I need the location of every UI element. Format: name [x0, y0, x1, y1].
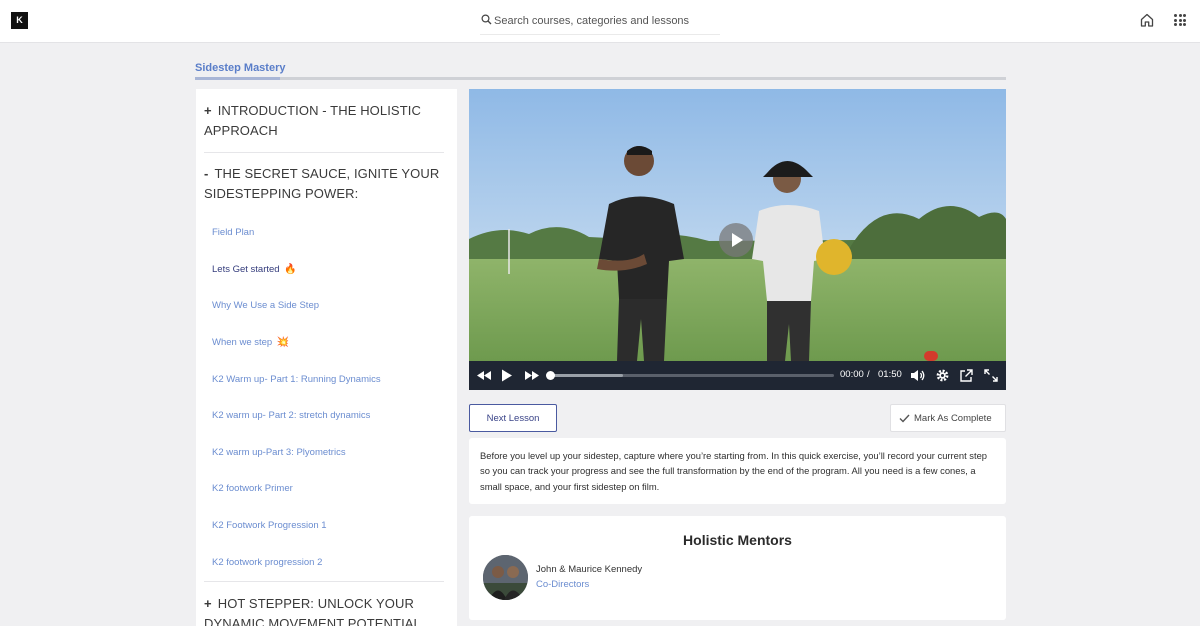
- rewind-icon[interactable]: [476, 368, 492, 383]
- fire-emoji-icon: 🔥: [284, 264, 297, 275]
- play-overlay-button[interactable]: [719, 223, 753, 257]
- section-title: INTRODUCTION - THE HOLISTIC APPROACH: [204, 103, 421, 138]
- section-introduction[interactable]: + INTRODUCTION - THE HOLISTIC APPROACH: [204, 101, 440, 141]
- mark-complete-label: Mark As Complete: [914, 413, 992, 424]
- mark-complete-button[interactable]: Mark As Complete: [890, 404, 1006, 432]
- apps-grid-icon[interactable]: [1174, 14, 1186, 26]
- section-secret-sauce[interactable]: - THE SECRET SAUCE, IGNITE YOUR SIDESTEPP…: [204, 164, 440, 204]
- search-input[interactable]: [494, 12, 714, 30]
- duration: 01:50: [878, 369, 902, 380]
- course-outline-sidebar: + INTRODUCTION - THE HOLISTIC APPROACH -T…: [196, 89, 457, 626]
- seek-handle[interactable]: [546, 371, 555, 380]
- fullscreen-icon[interactable]: [984, 368, 998, 383]
- section-divider: [204, 152, 444, 153]
- expand-icon: +: [204, 103, 212, 118]
- top-bar: K: [0, 0, 1200, 43]
- seek-buffered: [549, 374, 624, 377]
- play-icon: [732, 233, 743, 247]
- section-title: HOT STEPPER: UNLOCK YOUR DYNAMIC MOVEMEN…: [204, 596, 421, 626]
- title-divider: [195, 77, 1006, 80]
- home-icon[interactable]: [1139, 12, 1155, 28]
- mentors-title: Holistic Mentors: [683, 532, 792, 548]
- seek-bar[interactable]: [546, 371, 834, 380]
- course-title[interactable]: Sidestep Mastery: [195, 62, 285, 74]
- video-controls: 00:00 / 01:50: [469, 361, 1006, 390]
- mentors-card: Holistic Mentors John & Maurice Kennedy …: [469, 516, 1006, 620]
- brand-logo[interactable]: K: [11, 12, 28, 29]
- time-separator: /: [867, 369, 870, 380]
- mentor-role[interactable]: Co-Directors: [536, 579, 589, 590]
- check-icon: [899, 414, 910, 423]
- lesson-item[interactable]: K2 footwork progression 2: [212, 557, 322, 568]
- avatar: [483, 555, 528, 600]
- collision-emoji-icon: 💥: [276, 337, 290, 348]
- popout-icon[interactable]: [959, 368, 973, 383]
- search-icon: [481, 14, 492, 25]
- current-time: 00:00: [840, 369, 864, 380]
- lesson-item[interactable]: When we step 💥: [212, 337, 289, 348]
- search-bar[interactable]: [480, 8, 720, 35]
- lesson-item[interactable]: K2 Warm up- Part 1: Running Dynamics: [212, 374, 381, 385]
- lesson-item-active[interactable]: Lets Get started 🔥: [212, 264, 297, 275]
- gear-icon[interactable]: [935, 368, 950, 383]
- lesson-item[interactable]: K2 warm up-Part 3: Plyometrics: [212, 447, 346, 458]
- section-divider: [204, 581, 444, 582]
- lesson-item[interactable]: Why We Use a Side Step: [212, 300, 319, 311]
- title-divider-accent: [195, 77, 280, 80]
- video-player[interactable]: 00:00 / 01:50: [469, 89, 1006, 390]
- lesson-item[interactable]: Field Plan: [212, 227, 254, 238]
- lesson-item[interactable]: K2 warm up- Part 2: stretch dynamics: [212, 410, 370, 421]
- play-icon[interactable]: [501, 368, 513, 383]
- fast-forward-icon[interactable]: [524, 368, 540, 383]
- lesson-item[interactable]: K2 footwork Primer: [212, 483, 293, 494]
- lesson-item[interactable]: K2 Footwork Progression 1: [212, 520, 327, 531]
- collapse-icon: -: [204, 166, 209, 181]
- mentor-name: John & Maurice Kennedy: [536, 564, 643, 575]
- section-hot-stepper[interactable]: + HOT STEPPER: UNLOCK YOUR DYNAMIC MOVEME…: [204, 594, 440, 626]
- volume-icon[interactable]: [910, 368, 926, 383]
- lesson-description: Before you level up your sidestep, captu…: [469, 438, 1006, 504]
- next-lesson-button[interactable]: Next Lesson: [469, 404, 557, 432]
- expand-icon: +: [204, 596, 212, 611]
- section-title: THE SECRET SAUCE, IGNITE YOUR SIDESTEPPI…: [204, 166, 440, 201]
